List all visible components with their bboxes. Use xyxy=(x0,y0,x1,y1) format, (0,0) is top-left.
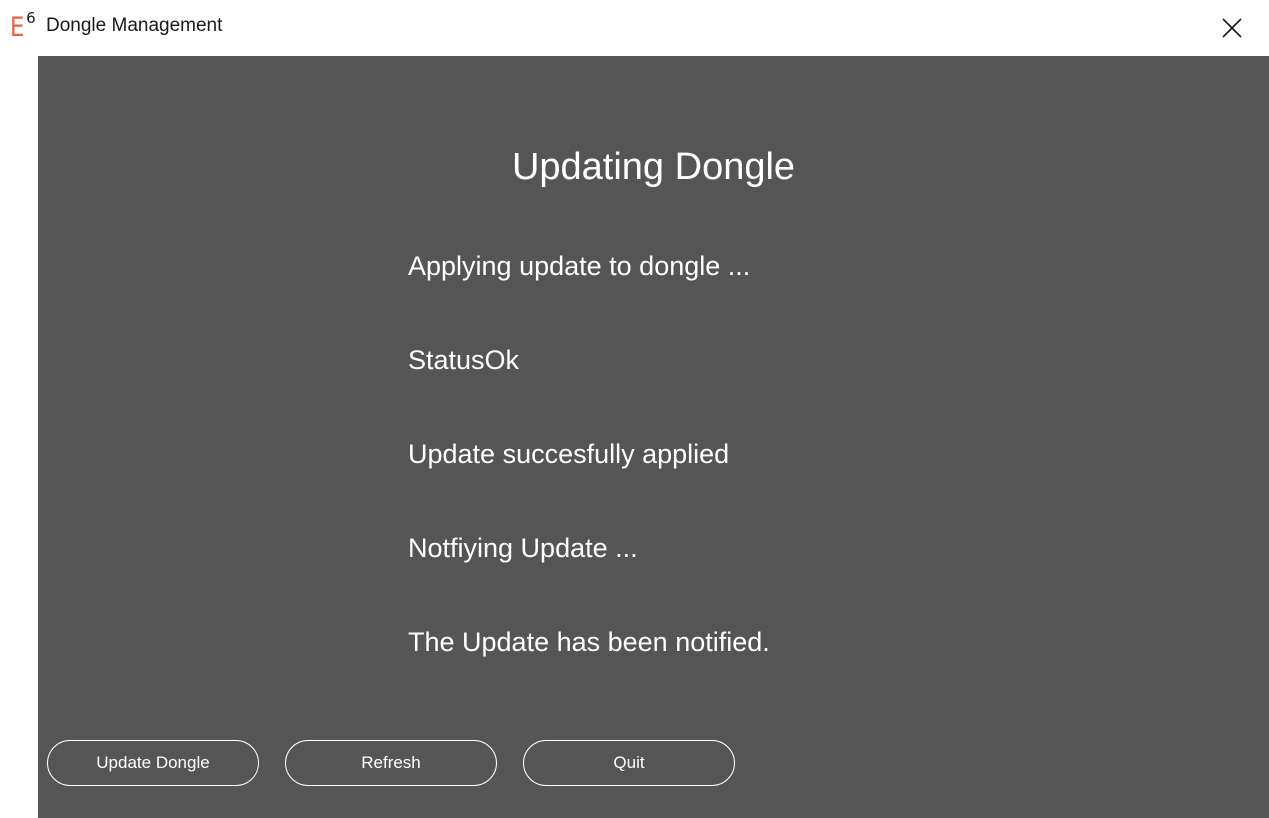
content-panel: Updating Dongle Applying update to dongl… xyxy=(38,56,1269,818)
status-log: Applying update to dongle ... StatusOk U… xyxy=(408,246,1108,716)
quit-button[interactable]: Quit xyxy=(523,740,735,786)
status-message: Applying update to dongle ... xyxy=(408,251,751,281)
app-logo-letter: E xyxy=(10,12,25,43)
title-bar: E 6 Dongle Management xyxy=(0,0,1269,56)
status-message: The Update has been notified. xyxy=(408,627,770,657)
status-message: StatusOk xyxy=(408,345,520,375)
button-row: Update Dongle Refresh Quit xyxy=(47,740,735,786)
status-message: Notfiying Update ... xyxy=(408,533,638,563)
dongle-management-window: E 6 Dongle Management Updating Dongle Ap… xyxy=(0,0,1269,818)
update-dongle-button[interactable]: Update Dongle xyxy=(47,740,259,786)
page-title: Updating Dongle xyxy=(511,146,796,188)
app-logo-icon: E 6 xyxy=(10,10,36,46)
refresh-button[interactable]: Refresh xyxy=(285,740,497,786)
status-message: Update succesfully applied xyxy=(408,439,730,469)
window-title: Dongle Management xyxy=(46,15,223,36)
close-icon xyxy=(1222,18,1242,38)
app-logo-superscript: 6 xyxy=(26,9,36,27)
close-button[interactable] xyxy=(1212,8,1252,48)
